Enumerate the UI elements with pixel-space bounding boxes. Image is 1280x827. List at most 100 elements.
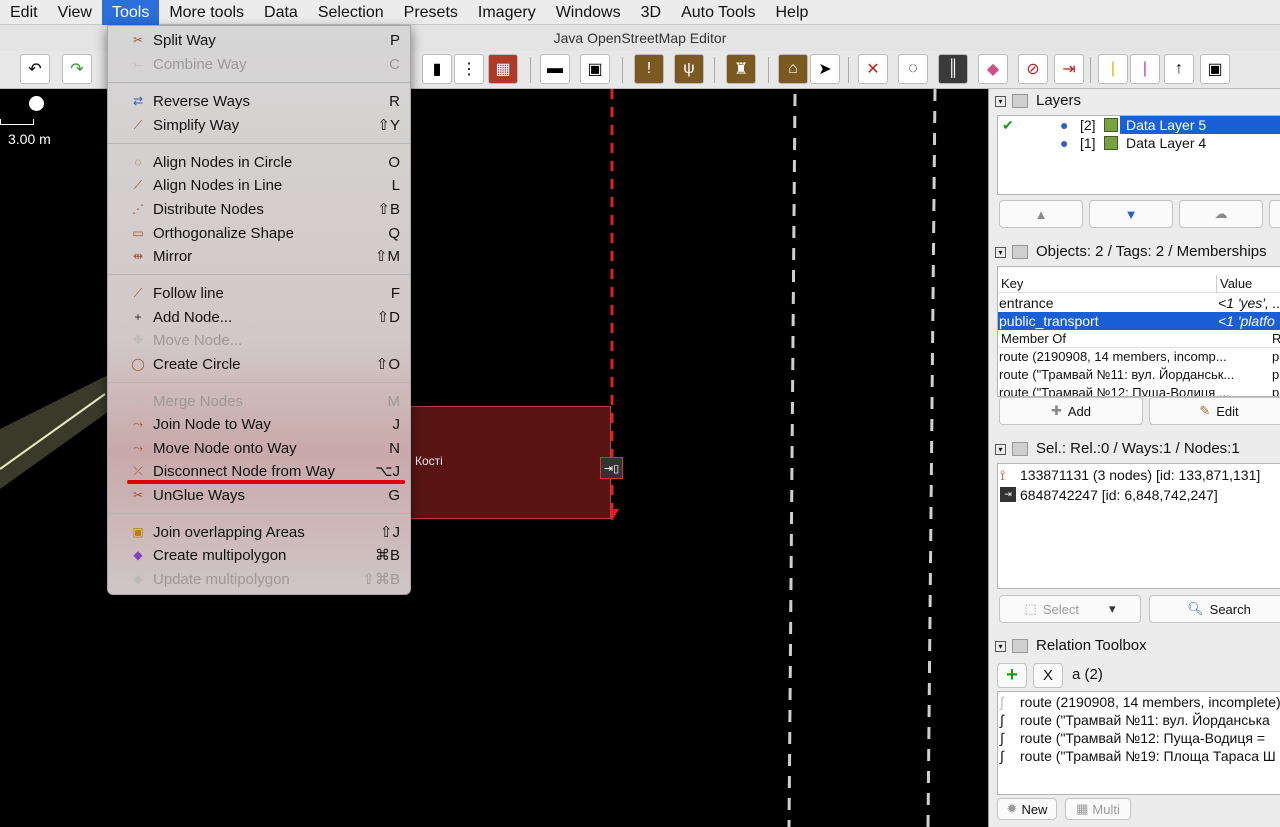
menu-item-align-line[interactable]: ⟋ Align Nodes in Line L: [108, 174, 410, 197]
membership-row[interactable]: route ("Трамвай №12: Пуща-Водиця ... pl: [998, 384, 1280, 396]
yellow-line-icon[interactable]: |: [1098, 54, 1128, 84]
tag-row[interactable]: entrance <1 'yes', ...: [998, 294, 1280, 312]
role-field[interactable]: a (2): [1072, 666, 1103, 683]
layers-panel-header[interactable]: ▾ Layers: [995, 90, 1280, 112]
draw-way-icon[interactable]: ✕: [858, 54, 888, 84]
menu-item-orthogonalize[interactable]: ▭ Orthogonalize Shape Q: [108, 222, 410, 245]
entrance-icon: ⇥: [1000, 487, 1016, 502]
relation-item[interactable]: ∫ route (2190908, 14 members, incomplete): [998, 693, 1280, 711]
menu-more-tools[interactable]: More tools: [159, 0, 254, 25]
menu-edit[interactable]: Edit: [0, 0, 48, 25]
menu-windows[interactable]: Windows: [546, 0, 631, 25]
purple-line-icon[interactable]: |: [1130, 54, 1160, 84]
new-relation-button[interactable]: ✹ New: [997, 798, 1057, 820]
plus-icon: ✚: [1050, 403, 1062, 418]
brick-wall-icon[interactable]: ▦: [488, 54, 518, 84]
rail-icon[interactable]: ▮: [422, 54, 452, 84]
menu-item-move-node-onto-way[interactable]: ⤳ Move Node onto Way N: [108, 437, 410, 460]
selection-item[interactable]: ⇥ 6848742247 [id: 6,848,742,247]: [998, 486, 1280, 504]
select-button[interactable]: ⬚ Select ▾: [999, 595, 1141, 623]
traffic-signal-icon[interactable]: ⋮: [454, 54, 484, 84]
remove-relation-button[interactable]: X: [1033, 663, 1063, 688]
collapse-icon[interactable]: ▾: [995, 640, 1006, 652]
warning-icon[interactable]: !: [634, 54, 664, 84]
visibility-eye-icon[interactable]: ●: [1060, 116, 1068, 134]
menu-item-create-circle[interactable]: ◯ Create Circle ⇧O: [108, 353, 410, 376]
arrow-up-icon: ▲: [1034, 206, 1048, 222]
turn-restriction-icon[interactable]: ⇥: [1054, 54, 1084, 84]
move-layer-up-button[interactable]: ▲: [999, 200, 1083, 228]
road-icon[interactable]: ║: [938, 54, 968, 84]
relation-item[interactable]: ∫ route ("Трамвай №12: Пуща-Водиця =: [998, 729, 1280, 747]
relation-icon: [1012, 639, 1028, 654]
menu-auto-tools[interactable]: Auto Tools: [671, 0, 765, 25]
membership-row[interactable]: route (2190908, 14 members, incomp... pl: [998, 348, 1280, 366]
relation-toolbox-header[interactable]: ▾ Relation Toolbox: [995, 635, 1280, 657]
visibility-eye-icon[interactable]: ●: [1060, 134, 1068, 152]
menu-3d[interactable]: 3D: [631, 0, 671, 25]
membership-header: Member Of Ro: [998, 330, 1280, 348]
factory-icon[interactable]: ⌂: [778, 54, 808, 84]
collapse-icon[interactable]: ▾: [995, 95, 1006, 107]
menu-presets[interactable]: Presets: [394, 0, 468, 25]
multi-icon: ▦: [1076, 801, 1089, 816]
menu-view[interactable]: View: [48, 0, 102, 25]
multi-button[interactable]: ▦ Multi: [1065, 798, 1131, 820]
menu-item-mirror[interactable]: ⇹ Mirror ⇧M: [108, 245, 410, 268]
move-layer-down-button[interactable]: ▼: [1089, 200, 1173, 228]
relation-item[interactable]: ∫ route ("Трамвай №19: Площа Тараса Ш: [998, 747, 1280, 765]
collapse-icon[interactable]: ▾: [995, 246, 1006, 258]
redo-icon[interactable]: ↷: [62, 54, 92, 84]
menu-selection[interactable]: Selection: [308, 0, 394, 25]
layers-icon: [1012, 94, 1028, 109]
more-layer-button[interactable]: [1269, 200, 1280, 228]
relation-item[interactable]: ∫ route ("Трамвай №11: вул. Йорданська: [998, 711, 1280, 729]
restaurant-icon[interactable]: ψ: [674, 54, 704, 84]
layer-row[interactable]: ● [1] Data Layer 4: [998, 134, 1280, 152]
layer-row[interactable]: ✔ ● [2] Data Layer 5: [998, 116, 1280, 134]
car-icon[interactable]: ▬: [540, 54, 570, 84]
highlight-underline: [127, 480, 405, 484]
merge-layer-button[interactable]: ☁: [1179, 200, 1263, 228]
up-arrow-icon[interactable]: ↑: [1164, 54, 1194, 84]
selection-panel-header[interactable]: ▾ Sel.: Rel.:0 / Ways:1 / Nodes:1: [995, 438, 1280, 460]
menu-item-add-node[interactable]: + Add Node... ⇧D: [108, 306, 410, 329]
entrance-node-icon[interactable]: ⇥▯: [600, 457, 623, 479]
membership-row[interactable]: route ("Трамвай №11: вул. Йорданськ... p…: [998, 366, 1280, 384]
menu-help[interactable]: Help: [765, 0, 818, 25]
add-tag-button[interactable]: ✚ Add: [999, 397, 1143, 425]
select-cursor-icon[interactable]: ➤: [810, 54, 840, 84]
menu-item-join-node-to-way[interactable]: ⤳ Join Node to Way J: [108, 413, 410, 436]
menu-item-split-way[interactable]: ✂ Split Way P: [108, 29, 410, 52]
objects-panel-header[interactable]: ▾ Objects: 2 / Tags: 2 / Memberships: [995, 241, 1280, 263]
no-turn-icon[interactable]: ⊘: [1018, 54, 1048, 84]
menu-data[interactable]: Data: [254, 0, 308, 25]
menu-item-reverse-ways[interactable]: ⇄ Reverse Ways R: [108, 90, 410, 113]
collapse-icon[interactable]: ▾: [995, 443, 1006, 455]
menu-item-distribute-nodes[interactable]: ⋰ Distribute Nodes ⇧B: [108, 198, 410, 221]
bus-icon[interactable]: ▣: [580, 54, 610, 84]
menu-tools[interactable]: Tools: [101, 0, 160, 25]
selection-item[interactable]: ⟟ 133871131 (3 nodes) [id: 133,871,131]: [998, 466, 1280, 484]
shape-icon[interactable]: ◌: [898, 54, 928, 84]
bus-stop-icon[interactable]: ▣: [1200, 54, 1230, 84]
menu-item-unglue-ways[interactable]: ✂ UnGlue Ways G: [108, 484, 410, 507]
menu-item-join-areas[interactable]: ▣ Join overlapping Areas ⇧J: [108, 521, 410, 544]
castle-icon[interactable]: ♜: [726, 54, 756, 84]
undo-icon[interactable]: ↶: [20, 54, 50, 84]
menu-item-create-multipolygon[interactable]: ◆ Create multipolygon ⌘B: [108, 544, 410, 567]
search-button[interactable]: 🔍︎ Search: [1149, 595, 1280, 623]
tag-icon: [1012, 245, 1028, 260]
menu-item-simplify-way[interactable]: ⟋ Simplify Way ⇧Y: [108, 114, 410, 137]
add-relation-button[interactable]: +: [997, 663, 1027, 688]
layer-list: ✔ ● [2] Data Layer 5 ● [1] Data Layer 4: [997, 115, 1280, 195]
move-onto-way-icon: ⤳: [133, 441, 143, 455]
menu-item-follow-line[interactable]: ⟋ Follow line F: [108, 282, 410, 305]
menu-imagery[interactable]: Imagery: [468, 0, 546, 25]
ticket-icon[interactable]: ◆: [978, 54, 1008, 84]
menu-item-merge-nodes: ⤙ Merge Nodes M: [108, 390, 410, 413]
scale-bar: [0, 119, 34, 125]
edit-tag-button[interactable]: ✎ Edit: [1149, 397, 1280, 425]
menu-item-align-circle[interactable]: ◌ Align Nodes in Circle O: [108, 151, 410, 174]
tag-row-selected[interactable]: public_transport <1 'platfo: [998, 312, 1280, 330]
